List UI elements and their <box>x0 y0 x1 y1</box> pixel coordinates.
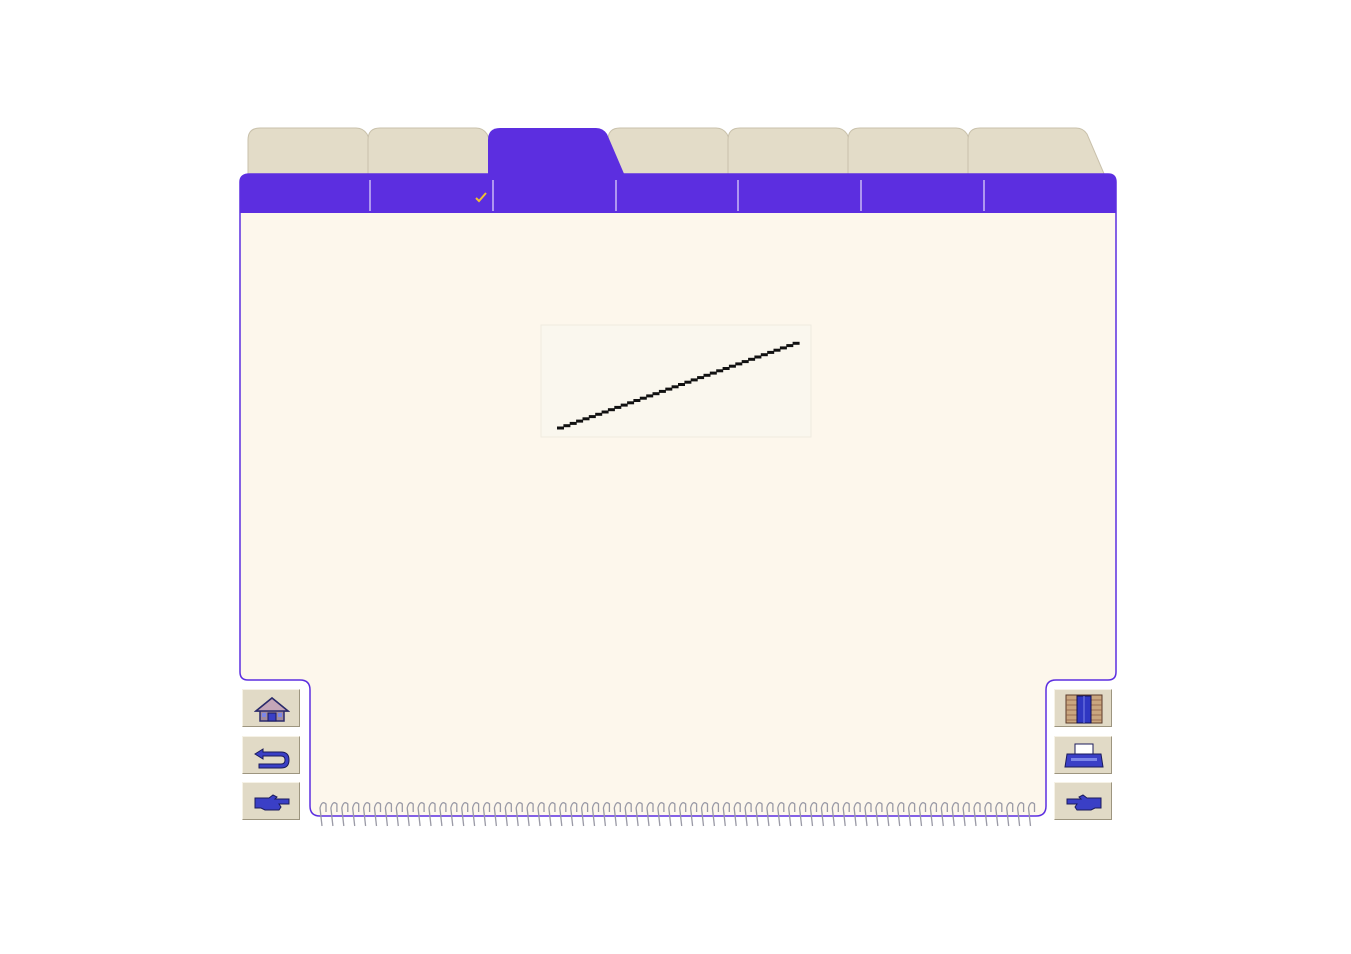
line-segment <box>569 421 577 425</box>
next-hand-icon <box>254 794 290 811</box>
home-icon <box>253 697 291 722</box>
line-segment <box>646 394 654 398</box>
line-segment <box>690 378 698 382</box>
line-segment <box>716 369 724 373</box>
diagonal-line-figure <box>540 324 812 438</box>
back-button[interactable] <box>242 736 300 774</box>
line-segment <box>735 362 743 366</box>
subtab-7[interactable] <box>984 178 1115 212</box>
line-segment <box>620 403 628 407</box>
line-segment <box>633 399 641 402</box>
line-segment <box>767 350 775 354</box>
line-segment <box>627 401 635 405</box>
tab-3[interactable] <box>488 128 608 174</box>
line-segment <box>792 341 800 345</box>
subtab-6[interactable] <box>861 178 984 212</box>
line-segment <box>557 426 564 430</box>
line-segment <box>595 412 603 416</box>
print-button[interactable] <box>1054 736 1112 774</box>
previous-hand-icon <box>1066 794 1102 811</box>
checkmark-icon <box>475 192 487 203</box>
line-segment <box>722 367 730 370</box>
line-segment <box>652 392 660 396</box>
subtab-1[interactable] <box>241 178 370 212</box>
tab-7[interactable] <box>968 128 1088 174</box>
line-segment <box>741 360 749 364</box>
subtab-4[interactable] <box>616 178 738 212</box>
line-segment <box>671 385 679 389</box>
line-segment <box>748 357 756 361</box>
page-body <box>239 173 1117 817</box>
line-segment <box>709 371 717 375</box>
line-segment <box>614 405 622 409</box>
line-segment <box>678 383 685 386</box>
subtab-5[interactable] <box>738 178 861 212</box>
line-segment <box>588 415 596 419</box>
line-segment <box>728 364 736 368</box>
line-segment <box>684 380 692 384</box>
subtab-3[interactable] <box>493 178 616 212</box>
line-segment <box>773 348 781 352</box>
line-segment <box>563 424 571 428</box>
back-arrow-icon <box>254 748 290 769</box>
line-segment <box>601 410 609 414</box>
exit-button[interactable] <box>1054 689 1112 727</box>
tab-1[interactable] <box>248 128 368 174</box>
line-segment <box>576 419 584 423</box>
tab-5[interactable] <box>728 128 848 174</box>
tab-6[interactable] <box>848 128 968 174</box>
line-segment <box>786 344 794 348</box>
printer-icon <box>1064 743 1104 768</box>
previous-page-button[interactable] <box>1054 782 1112 820</box>
home-button[interactable] <box>242 689 300 727</box>
line-segment <box>658 389 666 393</box>
line-segment <box>779 346 787 350</box>
exit-door-icon <box>1065 694 1103 724</box>
line-segment <box>760 353 768 357</box>
line-segment <box>607 408 615 412</box>
line-segment <box>703 373 711 377</box>
line-segment <box>697 376 705 380</box>
line-segment <box>665 387 673 391</box>
line-segment <box>582 417 590 421</box>
tab-2[interactable] <box>368 128 488 174</box>
window <box>0 0 1351 954</box>
line-segment <box>754 355 762 359</box>
next-page-button[interactable] <box>242 782 300 820</box>
tab-4[interactable] <box>608 128 728 174</box>
line-segment <box>639 396 647 400</box>
